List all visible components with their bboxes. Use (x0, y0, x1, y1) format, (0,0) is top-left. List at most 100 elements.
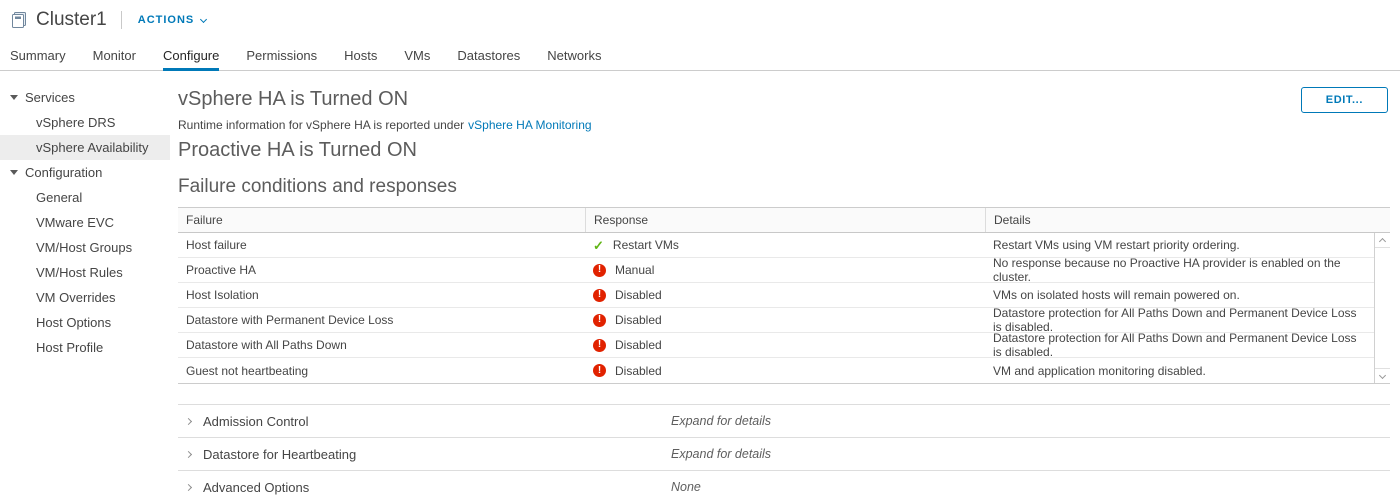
table-row[interactable]: Guest not heartbeating! Disabled VM and ap… (178, 358, 1374, 383)
response-label: Disabled (615, 313, 662, 327)
exclamation-circle-icon: ! (593, 314, 606, 327)
sidebar-group-label: Services (25, 90, 75, 105)
failure-cell: Host failure (178, 238, 585, 252)
accordion-row-admission-control[interactable]: Admission ControlExpand for details (178, 404, 1390, 437)
sidebar-group-services[interactable]: Services (0, 85, 170, 110)
exclamation-circle-icon: ! (593, 289, 606, 302)
caret-down-icon (10, 95, 18, 100)
accordion-value: Expand for details (671, 414, 771, 428)
failure-cell: Proactive HA (178, 263, 585, 277)
accordion-value: Expand for details (671, 447, 771, 461)
column-header-details: Details (985, 208, 1390, 232)
chevron-right-icon (185, 417, 192, 424)
table-rows: Host failure ✓ Restart VMs Restart VMs usin… (178, 233, 1374, 383)
header-divider (121, 11, 122, 29)
scroll-down-button[interactable] (1375, 368, 1390, 383)
details-cell: Datastore protection for All Paths Down … (985, 331, 1374, 359)
response-cell: ✓ Restart VMs (585, 238, 985, 252)
table-row[interactable]: Proactive HA! Manual No response because n… (178, 258, 1374, 283)
sidebar-group-configuration[interactable]: Configuration (0, 160, 170, 185)
column-header-failure: Failure (178, 208, 585, 232)
response-label: Disabled (615, 338, 662, 352)
content-area: Services vSphere DRSvSphere Availability C… (0, 71, 1400, 480)
sidebar-item-host-options[interactable]: Host Options (0, 310, 170, 335)
sidebar-group-label: Configuration (25, 165, 102, 180)
details-cell: Restart VMs using VM restart priority or… (985, 238, 1374, 252)
tab-permissions[interactable]: Permissions (246, 40, 317, 71)
sidebar-item-general[interactable]: General (0, 185, 170, 210)
response-label: Disabled (615, 364, 662, 378)
details-cell: VMs on isolated hosts will remain powere… (985, 288, 1374, 302)
accordion-value: None (671, 480, 701, 494)
table-header: Failure Response Details (178, 207, 1390, 233)
proactive-status-heading: Proactive HA is Turned ON (178, 139, 1390, 162)
chevron-right-icon (185, 450, 192, 457)
actions-label: ACTIONS (138, 14, 195, 26)
tab-hosts[interactable]: Hosts (344, 40, 377, 71)
tab-monitor[interactable]: Monitor (93, 40, 136, 71)
tab-bar: Summary Monitor Configure Permissions Hosts V… (0, 40, 1400, 71)
table-body: Host failure ✓ Restart VMs Restart VMs usin… (178, 233, 1390, 384)
tab-datastores[interactable]: Datastores (457, 40, 520, 71)
sidebar-item-vm-host-groups[interactable]: VM/Host Groups (0, 235, 170, 260)
chevron-right-icon (185, 483, 192, 490)
exclamation-circle-icon: ! (593, 364, 606, 377)
caret-down-icon (10, 170, 18, 175)
chevron-down-icon (200, 15, 207, 22)
table-row[interactable]: Host failure ✓ Restart VMs Restart VMs usin… (178, 233, 1374, 258)
table-row[interactable]: Host Isolation! Disabled VMs on isolated h… (178, 283, 1374, 308)
tab-networks[interactable]: Networks (547, 40, 601, 71)
failure-cell: Host Isolation (178, 288, 585, 302)
failure-section-title: Failure conditions and responses (178, 176, 1390, 198)
accordion-label: Advanced Options (203, 480, 671, 495)
accordion-row-datastore-for-heartbeating[interactable]: Datastore for HeartbeatingExpand for det… (178, 437, 1390, 470)
response-cell: ! Manual (585, 263, 985, 277)
sidebar-item-vsphere-availability[interactable]: vSphere Availability (0, 135, 170, 160)
sidebar-item-vm-overrides[interactable]: VM Overrides (0, 285, 170, 310)
tab-vms[interactable]: VMs (404, 40, 430, 71)
response-cell: ! Disabled (585, 364, 985, 378)
actions-menu-button[interactable]: ACTIONS (138, 14, 207, 26)
response-cell: ! Disabled (585, 338, 985, 352)
check-icon: ✓ (593, 239, 604, 252)
ha-monitoring-link[interactable]: vSphere HA Monitoring (468, 118, 591, 132)
accordion-sections: Admission ControlExpand for detailsDatas… (178, 404, 1390, 503)
main-panel: EDIT... vSphere HA is Turned ON Runtime … (170, 71, 1400, 480)
response-label: Disabled (615, 288, 662, 302)
exclamation-circle-icon: ! (593, 339, 606, 352)
response-cell: ! Disabled (585, 288, 985, 302)
sidebar-item-host-profile[interactable]: Host Profile (0, 335, 170, 360)
response-cell: ! Disabled (585, 313, 985, 327)
sidebar-nav: Services vSphere DRSvSphere Availability C… (0, 71, 170, 480)
runtime-info: Runtime information for vSphere HA is re… (178, 118, 1390, 132)
sidebar-item-vsphere-drs[interactable]: vSphere DRS (0, 110, 170, 135)
chevron-down-icon (1379, 371, 1386, 378)
details-cell: Datastore protection for All Paths Down … (985, 306, 1374, 334)
tab-summary[interactable]: Summary (10, 40, 66, 71)
runtime-text: Runtime information for vSphere HA is re… (178, 118, 464, 132)
table-row[interactable]: Datastore with Permanent Device Loss!Dis… (178, 308, 1374, 333)
table-row[interactable]: Datastore with All Paths Down! Disabled Da… (178, 333, 1374, 358)
sidebar-item-vmware-evc[interactable]: VMware EVC (0, 210, 170, 235)
page-title: Cluster1 (36, 9, 107, 31)
failure-table: Failure Response Details Host failure ✓ Re… (178, 207, 1390, 384)
tab-configure[interactable]: Configure (163, 40, 219, 71)
sidebar-item-vm-host-rules[interactable]: VM/Host Rules (0, 260, 170, 285)
response-label: Restart VMs (613, 238, 679, 252)
scroll-up-button[interactable] (1375, 233, 1390, 248)
failure-cell: Datastore with All Paths Down (178, 338, 585, 352)
accordion-label: Datastore for Heartbeating (203, 447, 671, 462)
column-header-response: Response (585, 208, 985, 232)
details-cell: VM and application monitoring disabled. (985, 364, 1374, 378)
details-cell: No response because no Proactive HA prov… (985, 256, 1374, 284)
ha-status-heading: vSphere HA is Turned ON (178, 88, 1390, 111)
accordion-label: Admission Control (203, 414, 671, 429)
failure-cell: Guest not heartbeating (178, 364, 585, 378)
object-header: Cluster1 ACTIONS (0, 0, 1400, 40)
cluster-icon (10, 11, 28, 29)
edit-button[interactable]: EDIT... (1301, 87, 1388, 113)
exclamation-circle-icon: ! (593, 264, 606, 277)
response-label: Manual (615, 263, 654, 277)
table-scrollbar[interactable] (1374, 233, 1390, 383)
app-window: Cluster1 ACTIONS Summary Monitor Configure… (0, 0, 1400, 480)
